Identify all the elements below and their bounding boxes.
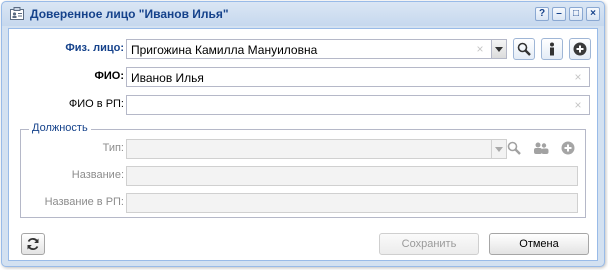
search-person-button[interactable]: [513, 38, 535, 60]
person-combobox[interactable]: Пригожина Камилла Мануиловна: [126, 39, 492, 59]
position-users-button[interactable]: [530, 137, 552, 159]
person-dropdown-trigger[interactable]: [491, 39, 507, 59]
person-label: Физ. лицо:: [65, 42, 124, 54]
search-icon: [517, 42, 531, 56]
position-name-rp-input[interactable]: [126, 193, 578, 213]
position-type-label: Тип:: [102, 142, 124, 154]
cancel-button[interactable]: Отмена: [489, 233, 589, 255]
title-bar[interactable]: Доверенное лицо "Иванов Илья" ? – □ ×: [2, 2, 604, 26]
refresh-button[interactable]: [21, 233, 45, 255]
fio-rp-clear-icon[interactable]: ×: [573, 99, 583, 111]
close-icon[interactable]: ×: [586, 7, 600, 21]
dialog-window: Доверенное лицо "Иванов Илья" ? – □ × Фи…: [1, 1, 605, 267]
save-button[interactable]: Сохранить: [379, 233, 479, 255]
chevron-down-icon: [495, 46, 503, 52]
search-icon: [507, 141, 521, 155]
add-person-button[interactable]: [569, 38, 591, 60]
minimize-icon[interactable]: –: [552, 7, 566, 21]
add-position-button[interactable]: [557, 137, 579, 159]
id-card-icon: [10, 7, 24, 20]
users-icon: [534, 142, 549, 154]
position-name-label: Название:: [71, 169, 124, 181]
dialog-body: Физ. лицо: Пригожина Камилла Мануиловна …: [8, 28, 598, 261]
person-info-button[interactable]: [541, 38, 563, 60]
plus-circle-icon: [573, 42, 587, 56]
position-name-input[interactable]: [126, 166, 578, 186]
chevron-down-icon: [495, 146, 503, 152]
refresh-icon: [27, 238, 39, 250]
position-legend: Должность: [29, 122, 91, 134]
plus-circle-icon: [561, 141, 575, 155]
search-position-button[interactable]: [503, 137, 525, 159]
position-name-rp-label: Название в РП:: [44, 196, 124, 208]
position-type-combobox[interactable]: [126, 139, 492, 159]
fio-input[interactable]: Иванов Илья: [126, 67, 590, 87]
help-icon[interactable]: ?: [535, 7, 549, 21]
person-info-icon: [550, 42, 554, 56]
person-clear-icon[interactable]: ×: [475, 43, 485, 55]
fio-label: ФИО:: [94, 70, 124, 82]
fio-clear-icon[interactable]: ×: [573, 71, 583, 83]
window-title: Доверенное лицо "Иванов Илья": [30, 7, 229, 21]
fio-rp-input[interactable]: [126, 95, 590, 115]
fio-rp-label: ФИО в РП:: [68, 98, 124, 110]
maximize-icon[interactable]: □: [569, 7, 583, 21]
